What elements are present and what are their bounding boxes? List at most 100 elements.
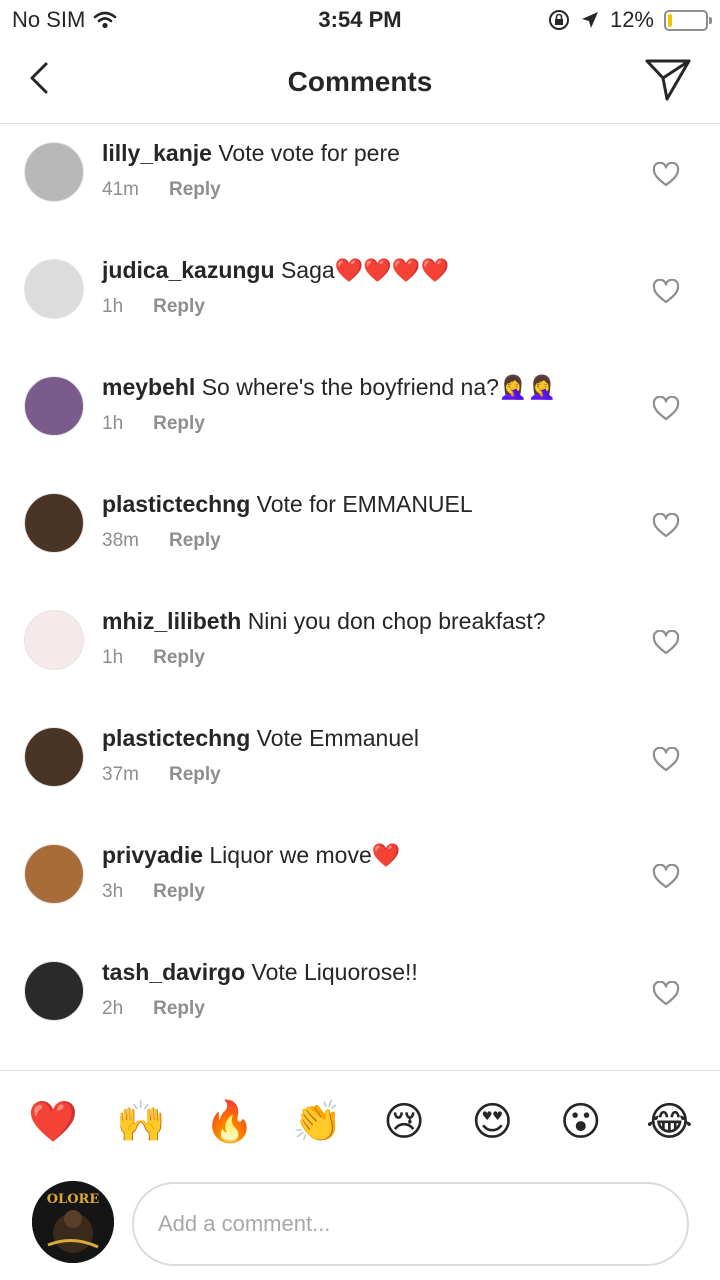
comment-meta: 41m Reply bbox=[102, 179, 630, 201]
avatar[interactable] bbox=[24, 844, 84, 904]
orientation-lock-icon bbox=[548, 10, 569, 30]
comment-meta: 37m Reply bbox=[102, 764, 630, 786]
comment-text: Vote for EMMANUEL bbox=[256, 491, 473, 517]
comment-meta: 3h Reply bbox=[102, 881, 630, 903]
comment-username[interactable]: meybehl bbox=[102, 374, 195, 400]
avatar[interactable] bbox=[24, 493, 84, 553]
comment-time: 37m bbox=[102, 764, 139, 785]
location-arrow-icon bbox=[581, 12, 598, 28]
avatar[interactable] bbox=[24, 376, 84, 436]
heart-outline-icon[interactable] bbox=[652, 279, 680, 305]
comment-text: Vote vote for pere bbox=[218, 140, 400, 166]
avatar-logo-text: OLORE bbox=[47, 1192, 100, 1207]
reply-button[interactable]: Reply bbox=[153, 998, 205, 1020]
comment-line: judica_kazungu Saga❤️❤️❤️❤️ bbox=[102, 256, 630, 284]
comment-text: Vote Liquorose!! bbox=[251, 959, 418, 985]
comment-input[interactable] bbox=[132, 1182, 689, 1266]
comment-row: mhiz_lilibeth Nini you don chop breakfas… bbox=[0, 593, 720, 710]
comment-meta: 1h Reply bbox=[102, 647, 630, 669]
emoji-reaction-button[interactable]: ❤️ bbox=[28, 1099, 78, 1145]
comment-row: judica_kazungu Saga❤️❤️❤️❤️ 1h Reply bbox=[0, 242, 720, 359]
battery-icon bbox=[664, 9, 712, 31]
emoji-reaction-button[interactable]: 👏 bbox=[293, 1099, 343, 1145]
comment-time: 3h bbox=[102, 881, 124, 902]
comment-row: plastictechng Vote Emmanuel 37m Reply bbox=[0, 710, 720, 827]
emoji-reaction-button[interactable]: 🔥 bbox=[205, 1099, 255, 1145]
header: Comments bbox=[0, 40, 720, 124]
comment-body: lilly_kanje Vote vote for pere 41m Reply bbox=[102, 139, 630, 201]
comment-line: meybehl So where's the boyfriend na?🤦‍♀️… bbox=[102, 373, 630, 401]
comment-time: 1h bbox=[102, 413, 124, 434]
heart-outline-icon[interactable] bbox=[652, 981, 680, 1007]
avatar[interactable] bbox=[24, 142, 84, 202]
comment-line: plastictechng Vote Emmanuel bbox=[102, 724, 630, 752]
reply-button[interactable]: Reply bbox=[153, 647, 205, 669]
emoji-reaction-button[interactable]: 😂 bbox=[646, 1099, 693, 1145]
reply-button[interactable]: Reply bbox=[153, 881, 205, 903]
comment-time: 1h bbox=[102, 647, 124, 668]
comment-username[interactable]: tash_davirgo bbox=[102, 959, 245, 985]
page-title: Comments bbox=[287, 66, 433, 97]
avatar[interactable] bbox=[24, 610, 84, 670]
comment-body: privyadie Liquor we move❤️ 3h Reply bbox=[102, 841, 630, 903]
emoji-reaction-button[interactable]: 😍 bbox=[469, 1099, 515, 1145]
heart-outline-icon[interactable] bbox=[652, 630, 680, 656]
comment-username[interactable]: lilly_kanje bbox=[102, 140, 212, 166]
heart-outline-icon[interactable] bbox=[652, 396, 680, 422]
heart-outline-icon[interactable] bbox=[652, 747, 680, 773]
comment-body: plastictechng Vote for EMMANUEL 38m Repl… bbox=[102, 490, 630, 552]
comment-row: meybehl So where's the boyfriend na?🤦‍♀️… bbox=[0, 359, 720, 476]
comment-time: 2h bbox=[102, 998, 124, 1019]
heart-outline-icon[interactable] bbox=[652, 864, 680, 890]
comment-meta: 1h Reply bbox=[102, 413, 630, 435]
comment-username[interactable]: plastictechng bbox=[102, 491, 250, 517]
comments-list: lilly_kanje Vote vote for pere 41m Reply… bbox=[0, 125, 720, 1061]
avatar[interactable] bbox=[24, 961, 84, 1021]
emoji-reaction-button[interactable]: 😢 bbox=[381, 1099, 427, 1145]
reply-button[interactable]: Reply bbox=[153, 413, 205, 435]
comment-text: So where's the boyfriend na?🤦‍♀️🤦‍♀️ bbox=[201, 374, 557, 400]
avatar[interactable] bbox=[24, 727, 84, 787]
comment-username[interactable]: judica_kazungu bbox=[102, 257, 275, 283]
comment-body: plastictechng Vote Emmanuel 37m Reply bbox=[102, 724, 630, 786]
battery-percent: 12% bbox=[609, 7, 654, 32]
heart-outline-icon[interactable] bbox=[652, 162, 680, 188]
comment-text: Nini you don chop breakfast? bbox=[247, 608, 546, 634]
comment-time: 38m bbox=[102, 530, 139, 551]
heart-outline-icon[interactable] bbox=[652, 513, 680, 539]
comment-username[interactable]: plastictechng bbox=[102, 725, 250, 751]
comment-text: Vote Emmanuel bbox=[256, 725, 420, 751]
comment-time: 1h bbox=[102, 296, 124, 317]
comment-line: mhiz_lilibeth Nini you don chop breakfas… bbox=[102, 607, 630, 635]
emoji-reaction-button[interactable]: 🙌 bbox=[116, 1099, 166, 1145]
comment-text: Saga❤️❤️❤️❤️ bbox=[280, 257, 450, 283]
comment-row: lilly_kanje Vote vote for pere 41m Reply bbox=[0, 125, 720, 242]
comment-body: mhiz_lilibeth Nini you don chop breakfas… bbox=[102, 607, 630, 669]
reply-button[interactable]: Reply bbox=[169, 530, 221, 552]
my-avatar: OLORE bbox=[32, 1181, 114, 1263]
emoji-reaction-button[interactable]: 😮 bbox=[558, 1099, 604, 1145]
reply-button[interactable]: Reply bbox=[153, 296, 205, 318]
comment-username[interactable]: mhiz_lilibeth bbox=[102, 608, 241, 634]
comment-line: lilly_kanje Vote vote for pere bbox=[102, 139, 630, 167]
comment-meta: 1h Reply bbox=[102, 296, 630, 318]
comment-text: Liquor we move❤️ bbox=[209, 842, 401, 868]
comment-composer: OLORE bbox=[0, 1175, 720, 1280]
status-bar: No SIM 3:54 PM 12% bbox=[0, 0, 720, 40]
reply-button[interactable]: Reply bbox=[169, 179, 221, 201]
avatar[interactable] bbox=[24, 259, 84, 319]
comment-username[interactable]: privyadie bbox=[102, 842, 203, 868]
comment-row: plastictechng Vote for EMMANUEL 38m Repl… bbox=[0, 476, 720, 593]
avatar-image: OLORE bbox=[32, 1181, 114, 1263]
comment-body: tash_davirgo Vote Liquorose!! 2h Reply bbox=[102, 958, 630, 1020]
comment-row: privyadie Liquor we move❤️ 3h Reply bbox=[0, 827, 720, 944]
comment-meta: 38m Reply bbox=[102, 530, 630, 552]
paper-plane-icon[interactable] bbox=[644, 56, 692, 102]
comment-meta: 2h Reply bbox=[102, 998, 630, 1020]
comment-line: privyadie Liquor we move❤️ bbox=[102, 841, 630, 869]
emoji-reaction-bar: ❤️ 🙌 🔥 👏 😢 😍 😮 😂 bbox=[0, 1070, 720, 1174]
reply-button[interactable]: Reply bbox=[169, 764, 221, 786]
comment-line: plastictechng Vote for EMMANUEL bbox=[102, 490, 630, 518]
comment-body: judica_kazungu Saga❤️❤️❤️❤️ 1h Reply bbox=[102, 256, 630, 318]
comment-time: 41m bbox=[102, 179, 139, 200]
